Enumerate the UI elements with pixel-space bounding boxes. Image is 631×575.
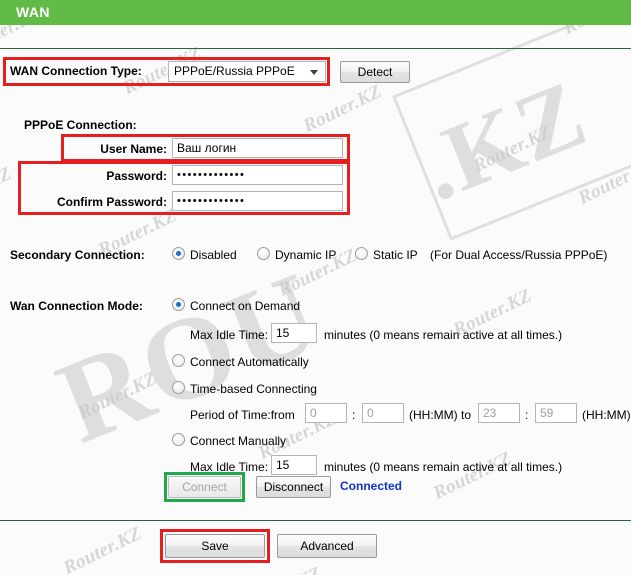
period-of-time-label: Period of Time:from (190, 408, 295, 422)
radio-secondary-dynamic-ip[interactable] (257, 247, 270, 260)
radio-label-time-based-connecting: Time-based Connecting (190, 382, 317, 396)
radio-label-connect-on-demand: Connect on Demand (190, 299, 301, 313)
radio-secondary-static-ip[interactable] (355, 247, 368, 260)
connection-status-badge: Connected (340, 479, 403, 493)
password-input[interactable]: ••••••••••••• (172, 165, 343, 185)
period-hhmm-end-text: (HH:MM) (582, 408, 631, 422)
username-label: User Name: (100, 142, 167, 156)
disconnect-button[interactable]: Disconnect (256, 476, 331, 498)
manual-max-idle-label: Max Idle Time: (190, 460, 269, 474)
secondary-connection-note: (For Dual Access/Russia PPPoE) (430, 248, 608, 262)
period-to-hour-input[interactable]: 23 (478, 403, 520, 423)
page-title: WAN (16, 4, 50, 20)
radio-label-secondary-static-ip: Static IP (373, 248, 418, 262)
manual-max-idle-unit: minutes (0 means remain active at all ti… (324, 460, 563, 474)
radio-connect-automatically[interactable] (172, 354, 185, 367)
period-from-colon: : (352, 408, 356, 422)
confirm-password-label: Confirm Password: (56, 195, 167, 209)
radio-label-secondary-dynamic-ip: Dynamic IP (275, 248, 337, 262)
wan-connection-type-value: PPPoE/Russia PPPoE (174, 64, 295, 78)
secondary-connection-label: Secondary Connection: (10, 248, 145, 262)
detect-button[interactable]: Detect (340, 61, 410, 83)
pppoe-section-label: PPPoE Connection: (24, 118, 137, 132)
radio-time-based-connecting[interactable] (172, 381, 185, 394)
username-input[interactable]: Ваш логин (172, 138, 343, 158)
bottom-separator (0, 520, 631, 521)
period-from-minute-input[interactable]: 0 (362, 403, 404, 423)
manual-max-idle-input[interactable]: 15 (271, 455, 317, 475)
radio-label-secondary-disabled: Disabled (190, 248, 237, 262)
demand-max-idle-unit: minutes (0 means remain active at all ti… (324, 328, 563, 342)
period-from-hour-input[interactable]: 0 (305, 403, 347, 423)
chevron-down-icon (310, 70, 318, 75)
top-separator (0, 48, 631, 49)
radio-secondary-disabled[interactable] (172, 247, 185, 260)
demand-max-idle-input[interactable]: 15 (271, 323, 317, 343)
period-to-minute-input[interactable]: 59 (535, 403, 577, 423)
radio-connect-manually[interactable] (172, 433, 185, 446)
wan-connection-type-select[interactable]: PPPoE/Russia PPPoE (168, 61, 326, 82)
advanced-button[interactable]: Advanced (277, 534, 377, 558)
radio-connect-on-demand[interactable] (172, 298, 185, 311)
save-button[interactable]: Save (165, 534, 265, 558)
radio-label-connect-automatically: Connect Automatically (190, 355, 309, 369)
wan-connection-mode-label: Wan Connection Mode: (10, 299, 143, 313)
demand-max-idle-label: Max Idle Time: (190, 328, 269, 342)
password-label: Password: (106, 169, 167, 183)
period-hhmm-to-text: (HH:MM) to (409, 408, 471, 422)
radio-label-connect-manually: Connect Manually (190, 434, 287, 448)
connect-button[interactable]: Connect (168, 476, 241, 498)
wan-connection-type-label: WAN Connection Type: (10, 64, 142, 78)
period-to-colon: : (525, 408, 529, 422)
wan-header-bar: WAN (0, 0, 631, 25)
confirm-password-input[interactable]: ••••••••••••• (172, 191, 343, 211)
